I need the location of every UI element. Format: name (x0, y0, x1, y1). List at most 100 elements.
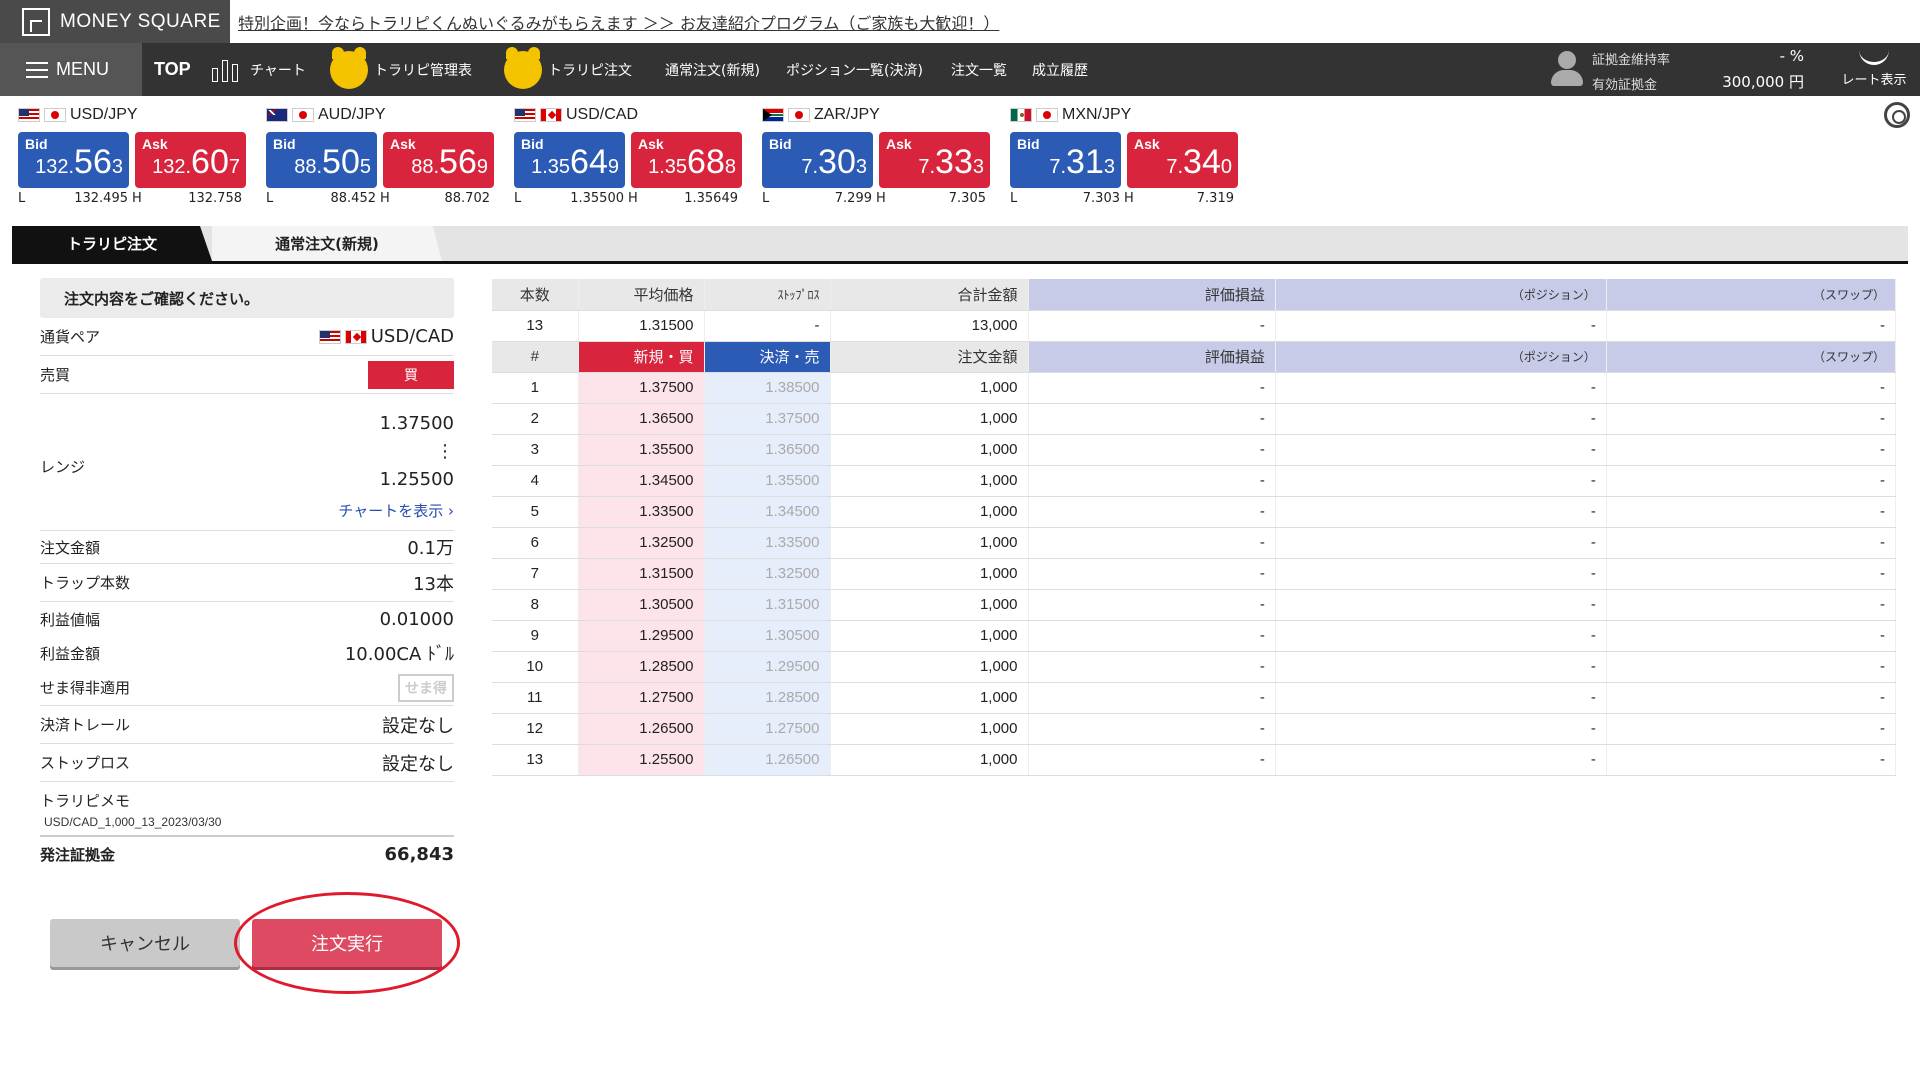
table-cell: - (1606, 434, 1897, 466)
ask-price-big: 7. (1166, 156, 1184, 178)
table-cell: 1,000 (830, 403, 1029, 435)
high-value: 7.305 (948, 191, 986, 206)
bid-button[interactable]: Bid 7.313 (1010, 132, 1121, 188)
nav-top[interactable]: TOP (154, 43, 191, 96)
table-cell: 1.26500 (704, 744, 831, 776)
ask-button[interactable]: Ask 132.607 (135, 132, 246, 188)
high-tag: H (132, 191, 142, 206)
rate-toggle[interactable]: レート表示 (1828, 43, 1920, 96)
margin-label: 発注証拠金 (40, 845, 116, 864)
table-cell: 1.36500 (578, 403, 705, 435)
rate-card: USD/JPY Bid 132.563 Ask 132.607 L 132.495 H 132.… (0, 104, 246, 214)
nav-positions[interactable]: ポジション一覧(決済) (786, 43, 923, 96)
pair-value: USD/CAD (370, 326, 454, 347)
nav-history[interactable]: 成立履歴 (1032, 43, 1088, 96)
ca-flag-icon (344, 329, 367, 344)
margin-ratio-label: 証拠金維持率 (1592, 53, 1671, 68)
nav-chart[interactable]: チャート (208, 43, 306, 96)
gear-icon[interactable] (1884, 102, 1910, 128)
logo[interactable]: MONEY SQUARE (0, 0, 230, 43)
side-row: 売買 買 (40, 356, 454, 394)
flag-icon (292, 108, 314, 122)
eye-icon (1859, 49, 1889, 65)
ask-button[interactable]: Ask 7.333 (879, 132, 990, 188)
nav-chart-label: チャート (250, 62, 306, 79)
bid-price-big: 7. (801, 156, 819, 178)
low-tag: L (18, 191, 26, 206)
table-cell: - (1275, 465, 1607, 497)
table-cell: - (1028, 403, 1276, 435)
bid-button[interactable]: Bid 7.303 (762, 132, 873, 188)
table-cell: - (1275, 558, 1607, 590)
bid-price: 7.313 (1049, 143, 1115, 182)
table-row: 10 1.28500 1.29500 1,000- - - (492, 651, 1897, 683)
table-cell: 1,000 (830, 465, 1029, 497)
nav-normal-order[interactable]: 通常注文(新規) (665, 43, 760, 96)
table-row: 9 1.29500 1.30500 1,000- - - (492, 620, 1897, 652)
table-cell: - (1028, 496, 1276, 528)
table-cell: 1.29500 (578, 620, 705, 652)
flag-icon (266, 108, 288, 122)
nav-trap-order[interactable]: トラリピ注文 (504, 43, 632, 96)
pair-value-wrap: USD/CAD (318, 326, 454, 347)
show-chart-link[interactable]: チャートを表示 › (338, 500, 454, 521)
table-cell: - (1606, 558, 1897, 590)
profit-width-row: 利益値幅 0.01000 (40, 602, 454, 636)
summary-cell: - (1028, 310, 1276, 342)
order-confirm-panel: 注文内容をご確認ください。 通貨ペア USD/CAD 売買 買 レンジ 1.37… (40, 278, 460, 994)
ask-price-big: 7. (918, 156, 936, 178)
tab-trap-order[interactable]: トラリピ注文 (12, 226, 212, 261)
table-cell: 1.27500 (704, 713, 831, 745)
tab-normal-order[interactable]: 通常注文(新規) (212, 226, 442, 261)
flag-icon (44, 108, 66, 122)
nav-orders[interactable]: 注文一覧 (951, 43, 1007, 96)
table-cell: 13 (492, 744, 579, 776)
table-cell: 1.29500 (704, 651, 831, 683)
bid-button[interactable]: Bid 88.505 (266, 132, 377, 188)
ask-price-frac: 3 (972, 156, 984, 178)
trail-value: 設定なし (382, 715, 454, 737)
table-cell: 1,000 (830, 744, 1029, 776)
promo-link[interactable]: 特別企画！今ならトラリピくんぬいぐるみがもらえます ＞＞ お友達紹介プログラム（… (238, 10, 999, 34)
bid-price: 1.35649 (531, 143, 619, 182)
table-row: 4 1.34500 1.35500 1,000- - - (492, 465, 1897, 497)
table-cell: 9 (492, 620, 579, 652)
table-cell: 1.32500 (704, 558, 831, 590)
trail-label: 決済トレール (40, 716, 131, 734)
account-summary: 証拠金維持率 - % 有効証拠金 300,000 円 (1548, 43, 1804, 96)
summary-cell: 13 (492, 310, 579, 342)
col-count: 本数 (492, 279, 579, 311)
low-value: 7.299 (834, 191, 872, 206)
table-cell: 1.30500 (704, 620, 831, 652)
table-cell: 1.28500 (578, 651, 705, 683)
cancel-button[interactable]: キャンセル (50, 919, 240, 967)
ask-button[interactable]: Ask 7.340 (1127, 132, 1238, 188)
range-low: 1.25500 (379, 469, 454, 490)
nav-trap-manage[interactable]: トラリピ管理表 (330, 43, 472, 96)
nav-trap-order-label: トラリピ注文 (548, 62, 632, 79)
bid-button[interactable]: Bid 1.35649 (514, 132, 625, 188)
bid-price: 7.303 (801, 143, 867, 182)
ask-price: 7.333 (918, 143, 984, 182)
bid-button[interactable]: Bid 132.563 (18, 132, 129, 188)
table-cell: 11 (492, 682, 579, 714)
menu-button[interactable]: MENU (0, 43, 142, 96)
ask-button[interactable]: Ask 1.35688 (631, 132, 742, 188)
hamburger-icon (26, 61, 48, 78)
table-cell: 1.33500 (578, 496, 705, 528)
table-cell: - (1028, 558, 1276, 590)
ask-price-pips: 33 (935, 143, 973, 181)
table-cell: - (1028, 527, 1276, 559)
table-cell: - (1275, 403, 1607, 435)
bid-price: 132.563 (35, 143, 123, 182)
ask-button[interactable]: Ask 88.569 (383, 132, 494, 188)
low-tag: L (266, 191, 274, 206)
table-cell: 1.31500 (704, 589, 831, 621)
table-cell: 1.37500 (578, 372, 705, 404)
col-order-amount: 注文金額 (830, 341, 1029, 373)
confirm-title: 注文内容をご確認ください。 (40, 278, 454, 318)
ask-price: 7.340 (1166, 143, 1232, 182)
logo-icon (22, 7, 50, 36)
rate-card: AUD/JPY Bid 88.505 Ask 88.569 L 88.452 H 88.702 (248, 104, 494, 214)
col-swap: （スワップ） (1606, 279, 1897, 311)
